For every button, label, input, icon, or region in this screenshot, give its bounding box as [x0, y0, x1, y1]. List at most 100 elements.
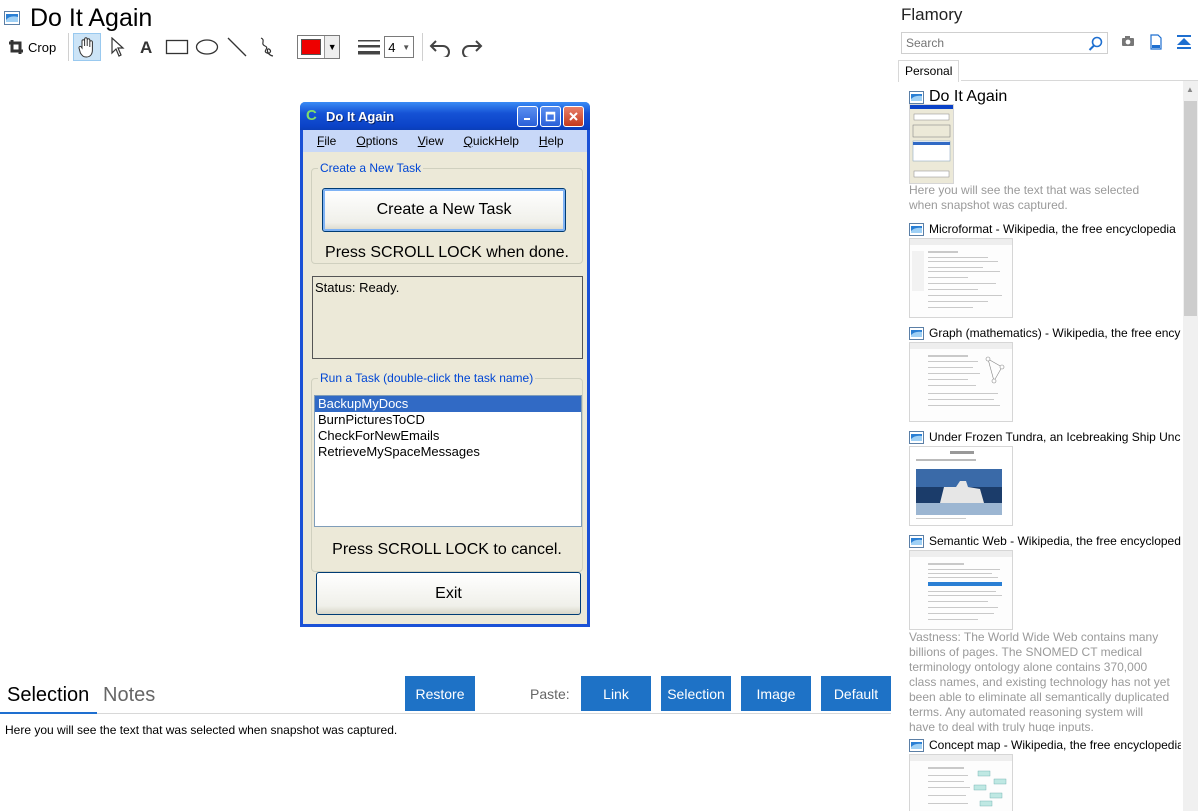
main-area: Do It Again Crop A ▼ 4 ▼ C Do It Again F… — [0, 0, 895, 811]
paste-image-button[interactable]: Image — [741, 676, 811, 711]
ellipse-icon — [196, 39, 219, 55]
flamory-snapshot-icon — [909, 738, 924, 752]
redo-icon — [462, 40, 483, 57]
crop-label: Crop — [28, 39, 57, 55]
undo-icon — [429, 40, 451, 57]
search-icon[interactable] — [1088, 36, 1103, 51]
freehand-tool-button[interactable] — [253, 33, 281, 61]
group-label: Run a Task (double-click the task name) — [318, 371, 536, 385]
entry-title: Graph (mathematics) - Wikipedia, the fre… — [929, 326, 1181, 340]
select-tool-button[interactable] — [103, 33, 131, 61]
selection-text[interactable]: Here you will see the text that was sele… — [5, 723, 397, 737]
minimize-icon — [517, 106, 538, 127]
thumbnail[interactable] — [909, 550, 1013, 630]
snapshot-menubar: File Options View QuickHelp Help — [303, 130, 587, 152]
menu-item: Help — [538, 134, 564, 148]
rectangle-tool-button[interactable] — [163, 33, 191, 61]
snapshot-image[interactable]: C Do It Again File Options View QuickHel… — [300, 102, 590, 627]
flamory-snapshot-icon — [909, 90, 924, 104]
scrollbar-thumb[interactable] — [1184, 101, 1197, 316]
app-logo-icon: C — [306, 107, 317, 124]
toolbar-separator — [422, 33, 424, 61]
sidebar-title: Flamory — [901, 5, 963, 24]
sidebar-scrollbar[interactable]: ▲ — [1183, 81, 1198, 811]
thumbnail[interactable] — [909, 754, 1013, 811]
list-item: BackupMyDocs — [315, 396, 581, 412]
hand-icon — [78, 37, 94, 58]
menu-item: View — [417, 134, 444, 148]
flamory-snapshot-icon — [909, 534, 924, 548]
snapshot-window-title: Do It Again — [326, 108, 395, 124]
text-tool-icon: A — [140, 38, 152, 56]
color-picker[interactable]: ▼ — [297, 35, 341, 59]
create-task-label: Create a New Task — [376, 201, 512, 218]
maximize-icon — [540, 106, 561, 127]
redo-button[interactable] — [457, 33, 485, 61]
flamory-sidebar: Flamory Personal ▲ Do It Again — [895, 0, 1198, 811]
tab-personal[interactable]: Personal — [898, 60, 960, 82]
menu-item: QuickHelp — [463, 134, 519, 148]
thumbnail[interactable] — [909, 104, 954, 184]
paste-selection-button[interactable]: Selection — [661, 676, 731, 711]
menu-item: Options — [356, 134, 398, 148]
chevron-up-icon[interactable]: ▲ — [1186, 85, 1194, 94]
list-item-header[interactable]: Microformat - Wikipedia, the free encycl… — [909, 222, 1176, 236]
thumbnail[interactable] — [909, 446, 1013, 526]
thumbnail[interactable] — [909, 238, 1013, 318]
entry-title: Microformat - Wikipedia, the free encycl… — [929, 222, 1176, 236]
entry-title: Under Frozen Tundra, an Icebreaking Ship… — [929, 430, 1181, 444]
search-box — [901, 32, 1108, 54]
flamory-snapshot-icon — [4, 11, 20, 25]
ellipse-tool-button[interactable] — [193, 33, 221, 61]
text-tool-button[interactable]: A — [133, 33, 161, 61]
tab-selection[interactable]: Selection — [7, 684, 89, 707]
crop-button[interactable]: Crop — [6, 33, 62, 61]
document-icon[interactable] — [1149, 34, 1163, 50]
svg-text:A: A — [140, 38, 152, 56]
pan-tool-button[interactable] — [73, 33, 102, 61]
stroke-width-select[interactable]: 4 ▼ — [384, 36, 415, 58]
flamory-snapshot-icon — [909, 430, 924, 444]
list-item: CheckForNewEmails — [318, 428, 440, 443]
list-item-header[interactable]: Concept map - Wikipedia, the free encycl… — [909, 738, 1181, 752]
tab-notes[interactable]: Notes — [103, 684, 155, 707]
rectangle-icon — [166, 39, 189, 55]
freehand-icon — [260, 37, 274, 57]
list-item-header[interactable]: Under Frozen Tundra, an Icebreaking Ship… — [909, 430, 1181, 444]
flamory-snapshot-icon — [909, 222, 924, 236]
snapshot-list: Do It Again Here you will see the text t… — [909, 86, 1181, 811]
undo-button[interactable] — [427, 33, 455, 61]
paste-label: Paste: — [530, 686, 570, 702]
collapse-panel-icon[interactable] — [1176, 34, 1192, 50]
line-tool-button[interactable] — [223, 33, 251, 61]
tab-divider — [0, 713, 891, 714]
flamory-snapshot-icon — [909, 326, 924, 340]
camera-icon[interactable] — [1121, 34, 1135, 48]
paste-default-button[interactable]: Default — [821, 676, 891, 711]
line-icon — [227, 37, 247, 57]
page-title: Do It Again — [30, 3, 153, 32]
tab-divider — [961, 80, 1198, 81]
exit-button: Exit — [316, 572, 581, 615]
list-item-header[interactable]: Semantic Web - Wikipedia, the free encyc… — [909, 534, 1181, 548]
title-row: Do It Again — [4, 4, 152, 32]
stroke-width-picker[interactable]: 4 ▼ — [358, 36, 415, 58]
restore-button[interactable]: Restore — [405, 676, 475, 711]
group-label: Create a New Task — [318, 161, 424, 175]
crop-icon — [9, 40, 23, 54]
task-list: BackupMyDocs BurnPicturesToCD CheckForNe… — [314, 395, 582, 527]
thumbnail[interactable] — [909, 342, 1013, 422]
list-item: BurnPicturesToCD — [318, 412, 425, 427]
entry-title: Concept map - Wikipedia, the free encycl… — [929, 738, 1181, 752]
create-task-button: Create a New Task — [322, 188, 566, 232]
run-task-group: Run a Task (double-click the task name) … — [311, 371, 583, 572]
search-input[interactable] — [904, 34, 1088, 52]
annotation-toolbar: Crop A ▼ 4 ▼ — [6, 33, 487, 61]
list-item-header[interactable]: Graph (mathematics) - Wikipedia, the fre… — [909, 326, 1180, 340]
chevron-down-icon: ▼ — [324, 36, 340, 58]
exit-label: Exit — [435, 584, 462, 602]
close-icon — [563, 106, 584, 127]
paste-link-button[interactable]: Link — [581, 676, 651, 711]
entry-title: Semantic Web - Wikipedia, the free encyc… — [929, 534, 1181, 548]
entry-description: Vastness: The World Wide Web contains ma… — [909, 630, 1170, 732]
